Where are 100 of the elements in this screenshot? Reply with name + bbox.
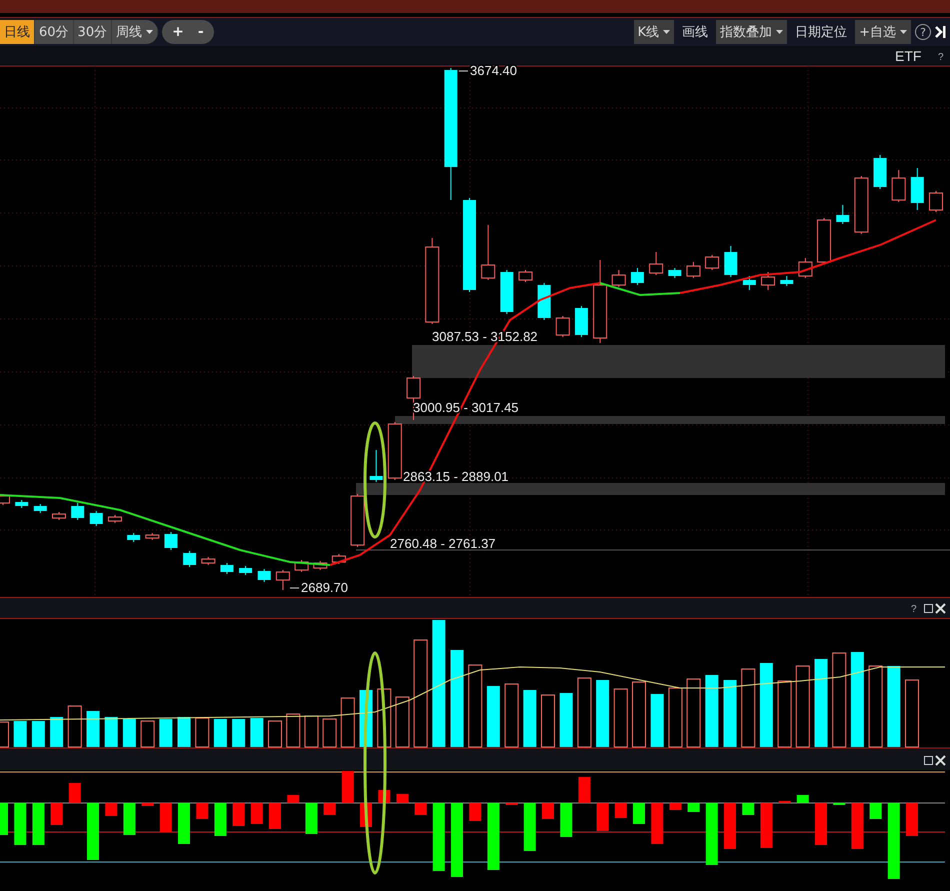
symbol-label: ETF bbox=[895, 48, 922, 64]
candlestick bbox=[817, 218, 832, 264]
histogram-bar bbox=[815, 803, 827, 845]
help-button[interactable]: ? bbox=[915, 24, 931, 40]
histogram-bar bbox=[651, 803, 664, 844]
period-tab[interactable]: 周线 bbox=[112, 20, 158, 44]
caret-icon bbox=[900, 30, 907, 34]
candlestick bbox=[34, 504, 47, 514]
volume-bar bbox=[250, 718, 264, 747]
zoom-out-button[interactable]: - bbox=[196, 20, 206, 44]
histogram-bar bbox=[232, 803, 245, 826]
candlestick bbox=[294, 560, 309, 572]
volume-bar bbox=[50, 717, 64, 747]
candlestick bbox=[71, 502, 84, 520]
volume-bar bbox=[632, 682, 646, 748]
volume-bar bbox=[668, 688, 682, 748]
histogram-bar bbox=[870, 803, 882, 819]
close-icon[interactable] bbox=[935, 755, 946, 766]
period-tab[interactable]: 日线 bbox=[0, 20, 35, 44]
candlestick bbox=[518, 270, 532, 282]
candlestick bbox=[52, 512, 66, 520]
histogram-bar bbox=[396, 794, 408, 803]
period-tab[interactable]: 30分 bbox=[74, 20, 112, 44]
candlestick bbox=[239, 566, 252, 576]
candlestick bbox=[500, 270, 514, 314]
candlestick bbox=[724, 246, 738, 278]
volume-bar bbox=[504, 684, 519, 748]
histogram-bar bbox=[669, 803, 682, 810]
candlestick bbox=[630, 268, 644, 286]
candlestick bbox=[910, 168, 924, 210]
toolbar-button[interactable]: K线 bbox=[634, 20, 674, 44]
volume-bar bbox=[159, 719, 172, 747]
histogram-bar bbox=[0, 803, 8, 835]
histogram-bar bbox=[414, 803, 427, 815]
candlestick bbox=[332, 554, 346, 564]
volume-bar bbox=[232, 719, 246, 747]
help-mark: ? bbox=[911, 604, 917, 615]
candlestick bbox=[481, 224, 496, 280]
skip-to-end-icon[interactable] bbox=[935, 26, 946, 38]
volume-bar bbox=[14, 721, 27, 747]
histogram-bar bbox=[560, 803, 572, 837]
volume-bar bbox=[614, 688, 628, 748]
help-mark: ? bbox=[938, 52, 944, 63]
volume-bar bbox=[140, 720, 155, 748]
candlestick bbox=[0, 494, 10, 506]
histogram-bar bbox=[742, 803, 754, 815]
histogram-bar bbox=[724, 803, 736, 849]
histogram-bar bbox=[50, 803, 63, 825]
maximize-icon[interactable] bbox=[924, 756, 933, 765]
candlestick bbox=[313, 560, 328, 570]
histogram-bar bbox=[105, 803, 118, 816]
candlestick bbox=[90, 510, 103, 526]
toolbar-button[interactable]: +自选 bbox=[855, 20, 911, 44]
histogram-bar bbox=[14, 803, 26, 845]
candlestick bbox=[258, 568, 271, 582]
volume-bar bbox=[268, 720, 282, 748]
toolbar-button[interactable]: 指数叠加 bbox=[716, 20, 788, 44]
candlestick bbox=[668, 268, 682, 278]
volume-bar bbox=[86, 711, 100, 747]
price-label: 3674.40 bbox=[470, 63, 517, 78]
volume-bar bbox=[122, 719, 136, 747]
close-icon[interactable] bbox=[935, 603, 946, 614]
price-label: 2760.48 - 2761.37 bbox=[390, 536, 496, 551]
candlestick bbox=[556, 316, 570, 338]
histogram-bar bbox=[68, 783, 81, 803]
candlestick bbox=[350, 494, 365, 548]
histogram-bar bbox=[796, 795, 809, 803]
volume-bar bbox=[322, 718, 337, 748]
candlestick bbox=[574, 306, 588, 338]
candlestick bbox=[874, 154, 887, 190]
caret-icon bbox=[776, 30, 784, 34]
caret-icon bbox=[663, 30, 670, 34]
histogram-bar bbox=[688, 803, 700, 812]
histogram-bar bbox=[196, 803, 208, 819]
histogram-bar bbox=[906, 803, 918, 836]
candlestick bbox=[780, 276, 794, 286]
toolbar-button[interactable]: 日期定位 bbox=[791, 20, 852, 44]
candlestick bbox=[742, 276, 756, 290]
period-tab[interactable]: 60分 bbox=[35, 20, 74, 44]
histogram-bar bbox=[214, 803, 226, 836]
volume-bar bbox=[214, 719, 227, 747]
volume-bar bbox=[560, 693, 573, 747]
maximize-icon[interactable] bbox=[924, 604, 933, 613]
caret-icon bbox=[146, 30, 154, 34]
volume-bar bbox=[32, 721, 45, 747]
candlestick bbox=[388, 422, 402, 480]
volume-bar bbox=[705, 675, 718, 747]
histogram-bar bbox=[633, 803, 645, 824]
leader-line bbox=[458, 70, 468, 72]
histogram-bar bbox=[305, 803, 318, 834]
candlestick bbox=[183, 550, 196, 568]
histogram-bar bbox=[524, 803, 536, 851]
histogram-bar bbox=[487, 803, 500, 870]
candlestick bbox=[649, 252, 664, 276]
zoom-in-button[interactable]: + bbox=[170, 20, 186, 44]
candlestick bbox=[276, 570, 290, 590]
volume-bar bbox=[486, 686, 500, 747]
candlestick bbox=[127, 532, 140, 542]
toolbar-button[interactable]: 画线 bbox=[678, 20, 712, 44]
candlestick bbox=[836, 204, 850, 224]
